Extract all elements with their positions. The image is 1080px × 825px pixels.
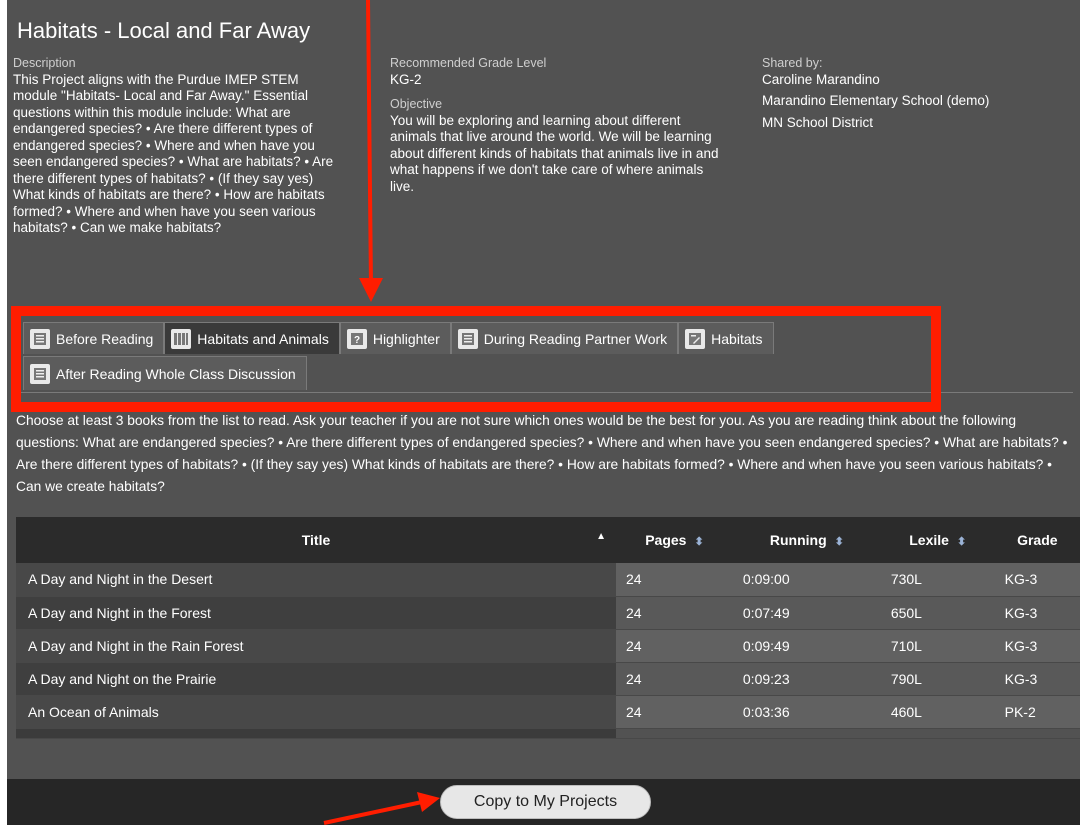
book-lexile: 650L: [880, 596, 995, 630]
book-grade: KG-3: [994, 563, 1080, 597]
tab-before-reading[interactable]: Before Reading: [23, 322, 165, 354]
tab-habitats-and-animals[interactable]: Habitats and Animals: [164, 322, 340, 354]
tab-bar: Before Reading Habitats and Animals ? Hi…: [23, 322, 774, 354]
shared-by-name: Caroline Marandino: [762, 71, 880, 87]
objective-text: You will be exploring and learning about…: [390, 112, 719, 194]
book-table: Title ▲ Pages ⬍ Running ⬍ Lexile ⬍ Grade A D…: [16, 517, 1080, 739]
book-lexile: 790L: [880, 662, 995, 696]
book-pages: 24: [616, 662, 733, 696]
tab-label: Habitats: [711, 330, 763, 347]
objective-label: Objective: [390, 97, 443, 111]
book-pages: 24: [616, 596, 733, 630]
book-pages: 24: [616, 629, 733, 663]
column-title-label: Title: [301, 532, 331, 548]
book-title[interactable]: A Day and Night in the Forest: [16, 596, 616, 630]
description-section: Description This Project aligns with the…: [13, 55, 343, 237]
book-running: 0:03:36: [732, 695, 881, 729]
tab-divider: [17, 392, 1073, 393]
table-row[interactable]: An Ocean of Animals 24 0:03:36 460L PK-2: [16, 695, 1080, 729]
tab-label: Before Reading: [56, 330, 154, 347]
column-pages-label: Pages: [645, 532, 687, 548]
sort-icon: ⬍: [834, 536, 844, 548]
tab-instructions: Choose at least 3 books from the list to…: [16, 413, 1068, 494]
grade-level-label: Recommended Grade Level: [390, 56, 547, 70]
tab-habitats[interactable]: Habitats: [678, 322, 774, 354]
tab-label: Habitats and Animals: [197, 330, 329, 347]
book-grade: KG-3: [994, 596, 1080, 630]
edit-icon: [685, 328, 706, 349]
shared-by-label: Shared by:: [762, 56, 823, 70]
book-running: 0:09:23: [732, 662, 881, 696]
tab-bar-row-2: After Reading Whole Class Discussion: [23, 356, 307, 390]
description-text: This Project aligns with the Purdue IMEP…: [13, 71, 334, 236]
book-running: 0:07:49: [732, 596, 881, 630]
book-grade: PK-2: [994, 695, 1080, 729]
column-lexile[interactable]: Lexile ⬍: [880, 517, 995, 563]
column-grade[interactable]: Grade: [994, 517, 1080, 563]
tab-after-reading-discussion[interactable]: After Reading Whole Class Discussion: [23, 356, 307, 390]
book-title[interactable]: A Day and Night in the Desert: [16, 563, 616, 597]
sort-icon: ⬍: [956, 536, 967, 548]
document-icon: [457, 328, 478, 349]
column-grade-label: Grade: [1017, 532, 1058, 548]
book-pages: 24: [616, 563, 733, 597]
table-row[interactable]: A Day and Night on the Prairie 24 0:09:2…: [16, 662, 1080, 696]
book-running: 0:09:49: [732, 629, 881, 663]
books-icon: [171, 328, 192, 349]
book-lexile: 730L: [880, 563, 995, 597]
copy-to-my-projects-button[interactable]: Copy to My Projects: [440, 785, 651, 819]
sort-asc-icon: ▲: [596, 531, 606, 542]
page-title: Habitats - Local and Far Away: [17, 18, 311, 43]
column-lexile-label: Lexile: [909, 532, 949, 548]
book-lexile: 460L: [880, 695, 995, 729]
question-icon: ?: [346, 328, 367, 349]
book-title[interactable]: A Day and Night on the Prairie: [16, 662, 616, 696]
shared-by-district: MN School District: [762, 114, 874, 130]
description-label: Description: [13, 56, 76, 70]
table-header: Title ▲ Pages ⬍ Running ⬍ Lexile ⬍ Grade: [16, 517, 1080, 563]
tab-highlighter[interactable]: ? Highlighter: [339, 322, 451, 354]
grade-objective-section: Recommended Grade Level KG-2 Objective Y…: [390, 55, 725, 195]
table-row[interactable]: A Day and Night in the Rain Forest 24 0:…: [16, 629, 1080, 663]
tab-label: After Reading Whole Class Discussion: [56, 365, 296, 382]
book-title[interactable]: An Ocean of Animals: [16, 695, 616, 729]
sort-icon: ⬍: [694, 536, 704, 548]
tab-label: During Reading Partner Work: [483, 330, 668, 347]
svg-text:?: ?: [354, 335, 360, 346]
table-scroll-spacer: [16, 728, 1080, 739]
table-row[interactable]: A Day and Night in the Desert 24 0:09:00…: [16, 563, 1080, 597]
tab-during-reading-partner-work[interactable]: During Reading Partner Work: [450, 322, 679, 354]
book-lexile: 710L: [880, 629, 995, 663]
shared-by-section: Shared by: Caroline Marandino Marandino …: [762, 55, 1062, 136]
book-pages: 24: [616, 695, 733, 729]
column-title[interactable]: Title ▲: [16, 517, 616, 563]
book-running: 0:09:00: [732, 563, 881, 597]
book-grade: KG-3: [994, 629, 1080, 663]
table-row[interactable]: A Day and Night in the Forest 24 0:07:49…: [16, 596, 1080, 630]
column-running[interactable]: Running ⬍: [732, 517, 881, 563]
grade-level-value: KG-2: [390, 71, 422, 87]
shared-by-school: Marandino Elementary School (demo): [762, 93, 990, 108]
book-grade: KG-3: [994, 662, 1080, 696]
document-icon: [30, 328, 50, 349]
column-running-label: Running: [769, 532, 827, 548]
document-icon: [30, 363, 50, 384]
tab-label: Highlighter: [372, 330, 440, 347]
book-title[interactable]: A Day and Night in the Rain Forest: [16, 629, 616, 663]
column-pages[interactable]: Pages ⬍: [616, 517, 733, 563]
